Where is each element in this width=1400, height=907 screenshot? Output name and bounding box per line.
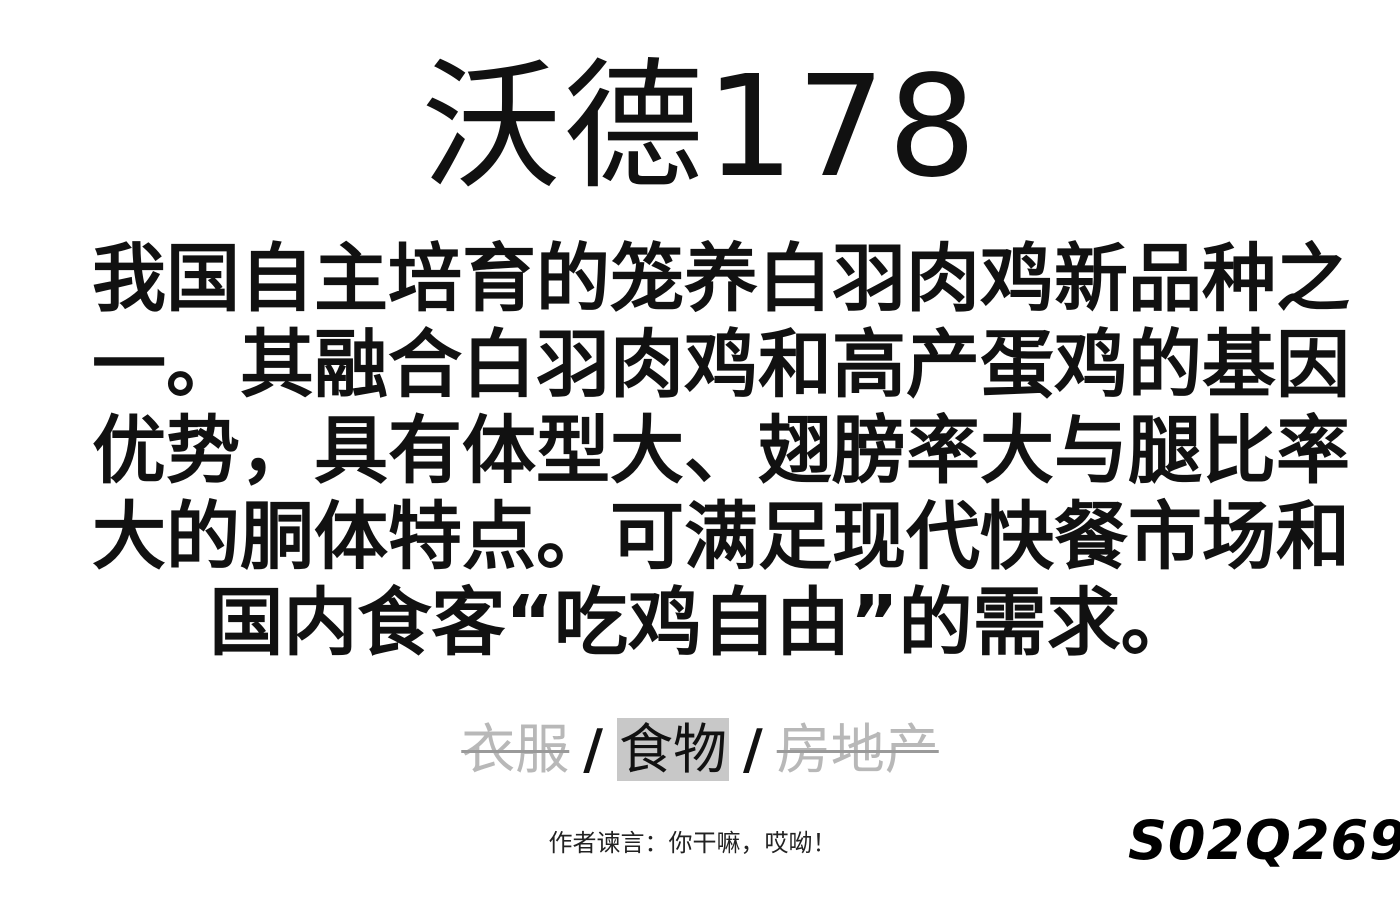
category-clothing: 衣服 bbox=[461, 718, 570, 781]
code-label: S02Q269 bbox=[1128, 809, 1400, 872]
category-selector: 衣服 / 食物 / 房地产 bbox=[0, 711, 1400, 789]
description-line: 一。其融合白羽肉鸡和高产蛋鸡的基因 bbox=[92, 322, 1350, 408]
page-title: 沃德178 bbox=[421, 46, 979, 209]
description-line: 优势，具有体型大、翅膀率大与腿比率 bbox=[92, 408, 1350, 494]
description-paragraph: 我国自主培育的笼养白羽肉鸡新品种之 一。其融合白羽肉鸡和高产蛋鸡的基因 优势，具… bbox=[92, 236, 1350, 666]
category-separator: / bbox=[583, 718, 603, 781]
category-real-estate: 房地产 bbox=[776, 718, 939, 781]
category-food-selected: 食物 bbox=[617, 718, 729, 781]
description-line: 国内食客“吃鸡自由”的需求。 bbox=[209, 580, 1195, 666]
category-separator: / bbox=[743, 718, 763, 781]
description-line: 我国自主培育的笼养白羽肉鸡新品种之 bbox=[92, 236, 1350, 322]
description-line: 大的胴体特点。可满足现代快餐市场和 bbox=[92, 494, 1350, 580]
